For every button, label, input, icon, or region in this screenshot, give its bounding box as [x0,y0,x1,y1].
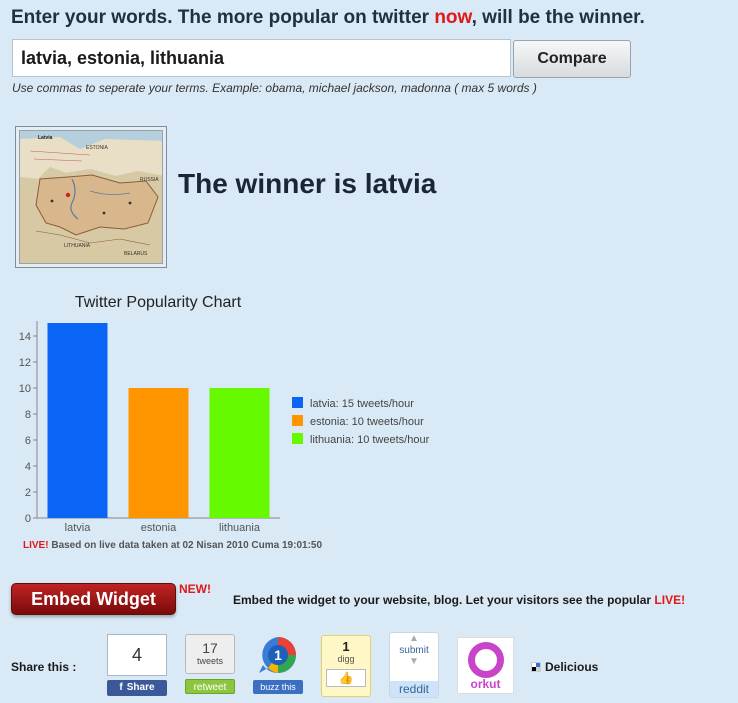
map-label-lithuania: LITHUANIA [64,243,91,249]
bar-estonia [128,388,189,518]
delicious-share-button[interactable]: Delicious [531,660,598,674]
facebook-share-label: f Share [107,680,167,696]
digg-button[interactable]: 1 digg 👍 [321,635,371,697]
legend-label: lithuania: 10 tweets/hour [310,434,430,446]
share-label: Share this : [11,660,77,674]
map-thumbnail: Latvia ESTONIA RUSSIA LITHUANIA BELARUS [19,130,163,264]
embed-live: LIVE! [654,593,686,607]
retweet-button[interactable]: 17 tweets retweet [185,634,235,696]
map-label-russia: RUSSIA [140,177,159,183]
live-note: LIVE! Based on live data taken at 02 Nis… [23,540,322,551]
legend-label: latvia: 15 tweets/hour [310,398,414,410]
delicious-icon [531,662,541,672]
headline-prefix: Enter your words. The more popular on tw… [11,7,435,28]
buzz-count: 1 [274,647,282,663]
bar-lithuania [209,388,270,518]
x-tick-label: estonia [141,522,177,534]
reddit-submit-label: submit [399,645,429,656]
y-tick-label: 0 [25,513,31,525]
map-label-belarus: BELARUS [124,251,148,257]
buzz-this-button[interactable]: 1 buzz this [253,635,303,697]
y-tick-label: 14 [19,331,31,343]
retweet-label: retweet [185,679,235,694]
buzz-bubble-icon: 1 [255,635,301,675]
orkut-share-button[interactable]: orkut [457,637,514,694]
facebook-icon: f [119,682,123,693]
winner-map-image: Latvia ESTONIA RUSSIA LITHUANIA BELARUS [15,126,167,268]
compare-button[interactable]: Compare [513,40,631,78]
reddit-submit-button[interactable]: ▲ submit ▼ reddit [389,632,439,698]
bar-latvia [47,323,108,518]
map-label-estonia: ESTONIA [86,145,108,151]
facebook-share-count: 4 [107,634,167,676]
facebook-share-text: Share [126,682,155,693]
digg-count: 1 [342,639,350,654]
buzz-label: buzz this [253,680,303,694]
x-tick-label: lithuania [219,522,261,534]
digg-unit: digg [337,654,355,664]
page-headline: Enter your words. The more popular on tw… [11,7,645,29]
digg-thumb-icon: 👍 [326,669,366,687]
live-badge: LIVE! [23,540,49,551]
tweet-count: 17 [202,640,218,656]
winner-heading: The winner is latvia [178,168,437,199]
reddit-down-arrow-icon: ▼ [409,656,419,667]
tweet-unit: tweets [196,656,223,666]
y-tick-label: 4 [25,461,31,473]
embed-text: Embed the widget to your website, blog. … [233,593,655,607]
y-tick-label: 12 [19,357,31,369]
facebook-share-button[interactable]: 4 f Share [107,634,167,698]
y-tick-label: 2 [25,487,31,499]
y-tick-label: 8 [25,409,31,421]
orkut-label: orkut [470,677,501,691]
orkut-ring-icon [468,642,504,678]
legend-swatch [292,415,303,426]
popularity-chart: Twitter Popularity Chart 0 2 4 6 8 10 12 14 latv… [19,294,430,534]
headline-highlight: now [434,7,472,28]
map-title: Latvia [38,135,53,141]
legend-label: estonia: 10 tweets/hour [310,416,424,428]
headline-suffix: , will be the winner. [471,7,645,28]
search-hint: Use commas to seperate your terms. Examp… [12,81,537,95]
y-tick-label: 6 [25,435,31,447]
search-input[interactable] [12,39,511,77]
reddit-up-arrow-icon: ▲ [409,633,419,644]
legend-swatch [292,433,303,444]
delicious-label: Delicious [545,660,599,674]
embed-widget-button[interactable]: Embed Widget [11,583,176,615]
embed-description: Embed the widget to your website, blog. … [233,593,685,607]
reddit-label: reddit [390,681,438,697]
legend-swatch [292,397,303,408]
live-note-text: Based on live data taken at 02 Nisan 201… [48,540,323,551]
x-tick-label: latvia [65,522,92,534]
tweet-count-box: 17 tweets [185,634,235,674]
y-tick-label: 10 [19,383,31,395]
new-badge: NEW! [179,582,211,596]
chart-title: Twitter Popularity Chart [75,294,242,311]
